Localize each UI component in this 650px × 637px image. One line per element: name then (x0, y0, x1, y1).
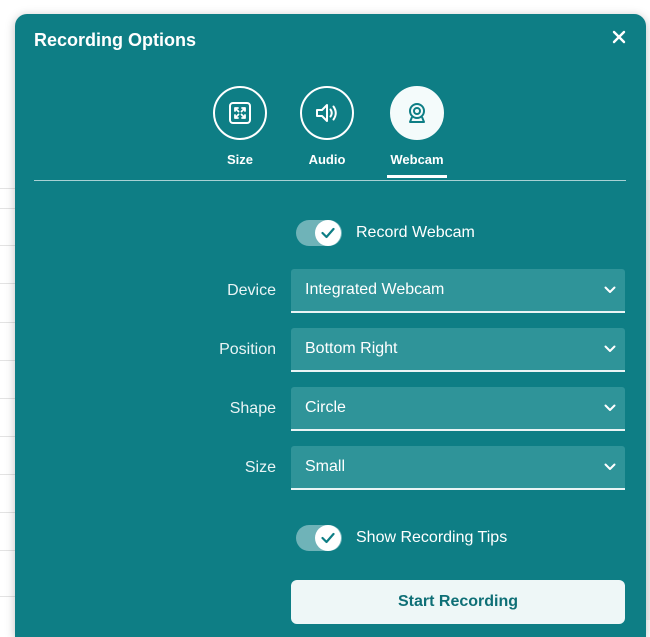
recording-tabs: Size Audio Webcam (15, 86, 646, 182)
tab-webcam-circle (390, 86, 444, 140)
tab-webcam[interactable]: Webcam (377, 86, 457, 178)
tab-size-circle (213, 86, 267, 140)
shape-select[interactable]: Circle (291, 387, 625, 431)
close-icon (612, 30, 626, 44)
expand-icon (229, 102, 251, 124)
tabs-divider (34, 180, 626, 181)
show-tips-toggle[interactable]: Show Recording Tips (296, 525, 507, 551)
check-icon (321, 227, 335, 239)
tab-webcam-label: Webcam (390, 152, 444, 167)
toggle-knob (315, 525, 341, 551)
device-value: Integrated Webcam (305, 281, 445, 298)
toggle-knob (315, 220, 341, 246)
chevron-down-icon (595, 463, 625, 471)
webcam-icon (409, 103, 425, 123)
tab-audio[interactable]: Audio (287, 86, 367, 167)
record-webcam-label: Record Webcam (356, 224, 475, 241)
dialog-title: Recording Options (34, 30, 196, 50)
tab-size[interactable]: Size (200, 86, 280, 167)
size-label: Size (244, 459, 276, 476)
tab-size-label: Size (226, 152, 253, 167)
size-select[interactable]: Small (291, 446, 625, 490)
position-value: Bottom Right (305, 340, 398, 357)
start-recording-button[interactable]: Start Recording (291, 580, 625, 624)
chevron-down-icon (595, 345, 625, 353)
record-webcam-toggle[interactable]: Record Webcam (296, 220, 475, 246)
close-button[interactable] (608, 26, 630, 48)
recording-options-dialog: Recording Options Size Audio Webcam Reco… (15, 14, 646, 637)
tab-audio-circle (300, 86, 354, 140)
chevron-down-icon (595, 286, 625, 294)
size-value: Small (305, 458, 346, 475)
shape-label: Shape (229, 400, 276, 417)
check-icon (321, 532, 335, 544)
show-tips-switch[interactable] (296, 525, 342, 551)
tab-audio-label: Audio (308, 152, 346, 167)
position-select[interactable]: Bottom Right (291, 328, 625, 372)
device-label: Device (227, 282, 276, 299)
speaker-icon (316, 104, 337, 122)
chevron-down-icon (595, 404, 625, 412)
active-tab-indicator (387, 175, 447, 178)
record-webcam-switch[interactable] (296, 220, 342, 246)
shape-value: Circle (305, 399, 346, 416)
device-select[interactable]: Integrated Webcam (291, 269, 625, 313)
show-tips-label: Show Recording Tips (356, 529, 508, 546)
position-label: Position (219, 341, 276, 358)
